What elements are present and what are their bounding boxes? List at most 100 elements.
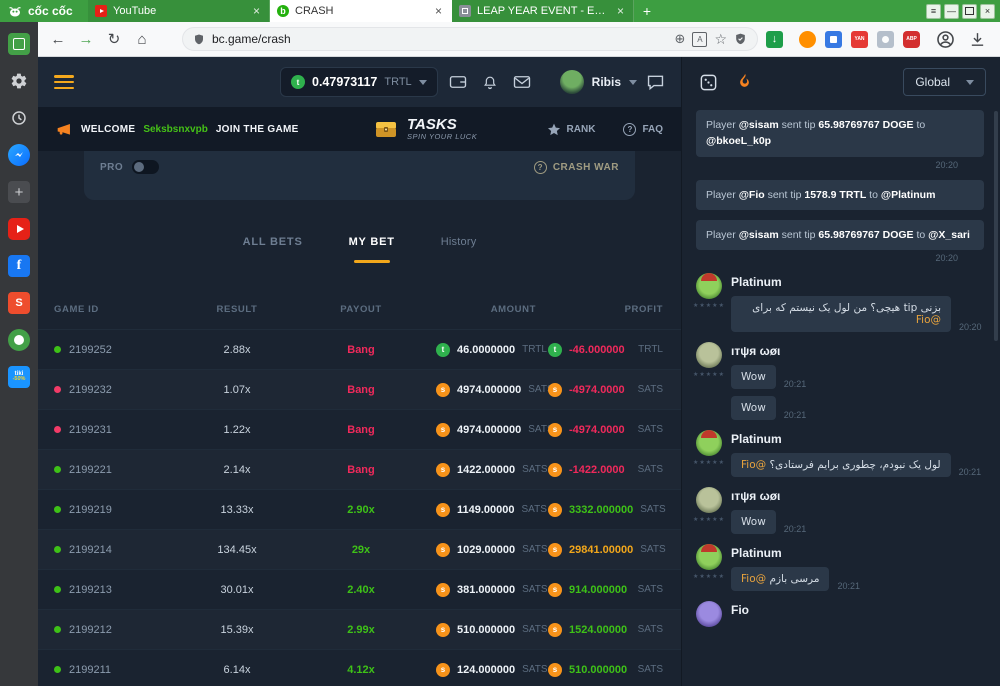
balance-selector[interactable]: 0.47973117 TRTL: [280, 67, 438, 97]
profit-value: -4974.0000: [569, 384, 625, 396]
tasks-banner[interactable]: TASKS SPIN YOUR LUCK: [374, 117, 477, 142]
rank-link[interactable]: RANK: [547, 123, 596, 136]
extension-icon-orange[interactable]: [799, 31, 816, 48]
back-icon[interactable]: ←: [46, 27, 70, 51]
table-row[interactable]: 219921330.01x2.40x381.000000SATS914.0000…: [38, 569, 681, 609]
mail-icon[interactable]: [510, 71, 534, 93]
chat-username[interactable]: Fio: [731, 603, 984, 617]
tab-history[interactable]: History: [441, 230, 477, 263]
extension-icon-blue[interactable]: [825, 31, 842, 48]
tab-close-icon[interactable]: ×: [251, 4, 262, 18]
dice-icon[interactable]: [696, 70, 720, 94]
address-bar[interactable]: bc.game/crash ⊕ ☆: [182, 27, 758, 51]
settings-gear-icon[interactable]: [8, 70, 30, 92]
bookmark-star-icon[interactable]: ☆: [714, 31, 727, 48]
user-mention[interactable]: @Fio: [741, 459, 769, 471]
user-menu[interactable]: Ribis: [560, 70, 637, 94]
tip-amount: 65.98769767 DOGE: [818, 229, 913, 241]
table-row[interactable]: 219921215.39x2.99x510.000000SATS1524.000…: [38, 609, 681, 649]
browser-tab[interactable]: CRASH×: [270, 0, 452, 22]
table-row[interactable]: 21992321.07xBang4974.000000SATS-4974.000…: [38, 369, 681, 409]
chat-username[interactable]: Platinum: [731, 432, 984, 446]
downloads-icon[interactable]: [969, 31, 986, 48]
adblock-shield-icon[interactable]: [734, 32, 747, 46]
youtube-shortcut-icon[interactable]: [8, 218, 30, 240]
notifications-bell-icon[interactable]: [478, 71, 502, 93]
tip-to-user[interactable]: @bkoeL_k0p: [706, 135, 771, 147]
table-row[interactable]: 2199214134.45x29x1029.00000SATS29841.000…: [38, 529, 681, 569]
table-row[interactable]: 21992212.14xBang1422.00000SATS-1422.0000…: [38, 449, 681, 489]
tip-from-user[interactable]: @sisam: [739, 119, 779, 131]
facebook-shortcut-icon[interactable]: [8, 255, 30, 277]
chat-username[interactable]: Platinum: [731, 275, 984, 289]
forward-icon[interactable]: →: [74, 27, 98, 51]
tab-my-bet[interactable]: MY BET: [349, 230, 395, 263]
crash-war-link[interactable]: ? CRASH WAR: [534, 159, 619, 175]
menu-hamburger-icon[interactable]: [54, 75, 74, 89]
avatar[interactable]: [696, 487, 722, 513]
browser-tab[interactable]: YouTube×: [88, 0, 270, 22]
history-icon[interactable]: [8, 107, 30, 129]
profit-value: 1524.00000: [569, 624, 627, 636]
avatar[interactable]: [696, 273, 722, 299]
coccoc-logo[interactable]: cốc cốc: [0, 0, 88, 22]
avatar[interactable]: [696, 342, 722, 368]
avatar[interactable]: [696, 601, 722, 627]
chat-username[interactable]: Platinum: [731, 546, 984, 560]
yandex-extension-icon[interactable]: YAN: [851, 31, 868, 48]
tab-close-icon[interactable]: ×: [615, 4, 626, 18]
table-row[interactable]: 21992311.22xBang4974.000000SATS-4974.000…: [38, 409, 681, 449]
adblock-plus-extension-icon[interactable]: ABP: [903, 31, 920, 48]
chat-scrollbar[interactable]: [994, 111, 998, 341]
home-icon[interactable]: ⌂: [130, 27, 154, 51]
table-row[interactable]: 21992522.88xBang46.0000000TRTL-46.000000…: [38, 329, 681, 369]
tip-to-user[interactable]: @X_sari: [928, 229, 970, 241]
panel-button[interactable]: ≡: [926, 4, 941, 19]
welcome-label: WELCOME: [81, 124, 135, 135]
join-label: JOIN THE GAME: [216, 124, 299, 135]
game-id-cell: 2199212: [54, 624, 174, 636]
header-result: RESULT: [174, 304, 300, 315]
extension-icon-muted[interactable]: [877, 31, 894, 48]
extensions-row: YAN ABP: [799, 31, 920, 48]
browser-tab[interactable]: LEAP YEAR EVENT - Event ...×: [452, 0, 634, 22]
shopee-shortcut-icon[interactable]: [8, 292, 30, 314]
flame-icon[interactable]: [732, 70, 756, 94]
coccoc-shortcut-icon[interactable]: [8, 329, 30, 351]
faq-link[interactable]: ? FAQ: [623, 123, 663, 136]
game-status-dot: [54, 506, 61, 513]
add-shortcut-icon[interactable]: +: [8, 181, 30, 203]
reload-icon[interactable]: ↻: [102, 27, 126, 51]
tab-close-icon[interactable]: ×: [433, 4, 444, 18]
minimize-button[interactable]: —: [944, 4, 959, 19]
amount-value: 4974.000000: [457, 384, 521, 396]
result-value: 15.39x: [174, 624, 300, 636]
site-info-icon[interactable]: ⊕: [675, 31, 686, 47]
user-mention[interactable]: @Fio: [916, 314, 941, 326]
tiki-shortcut-icon[interactable]: tiki -50%: [8, 366, 30, 388]
tip-to-user[interactable]: @Platinum: [881, 189, 936, 201]
table-row[interactable]: 219921913.33x2.90x1149.00000SATS3332.000…: [38, 489, 681, 529]
table-row[interactable]: 21992116.14x4.12x124.000000SATS510.00000…: [38, 649, 681, 686]
download-manager-icon[interactable]: ↓: [766, 31, 783, 48]
chat-toggle-icon[interactable]: [646, 74, 665, 91]
wallet-icon[interactable]: [446, 71, 470, 93]
tip-from-user[interactable]: @sisam: [739, 229, 779, 241]
restore-button[interactable]: [962, 4, 977, 19]
translate-icon[interactable]: [692, 32, 707, 47]
pro-toggle[interactable]: [132, 160, 159, 174]
avatar[interactable]: [696, 430, 722, 456]
profile-icon[interactable]: [936, 30, 955, 49]
chat-channel-select[interactable]: Global: [903, 68, 986, 96]
messenger-icon[interactable]: [8, 144, 30, 166]
amount-cell: 4974.000000SATS: [422, 423, 542, 437]
avatar[interactable]: [696, 544, 722, 570]
tab-all-bets[interactable]: ALL BETS: [243, 230, 303, 263]
chat-username[interactable]: ıтψя ωøι: [731, 489, 984, 503]
user-mention[interactable]: @Fio: [741, 573, 769, 585]
chat-username[interactable]: ıтψя ωøι: [731, 344, 984, 358]
new-tab-button[interactable]: +: [634, 0, 660, 22]
close-button[interactable]: ×: [980, 4, 995, 19]
screenshot-tool-icon[interactable]: [8, 33, 30, 55]
tip-from-user[interactable]: @Fio: [739, 189, 765, 201]
